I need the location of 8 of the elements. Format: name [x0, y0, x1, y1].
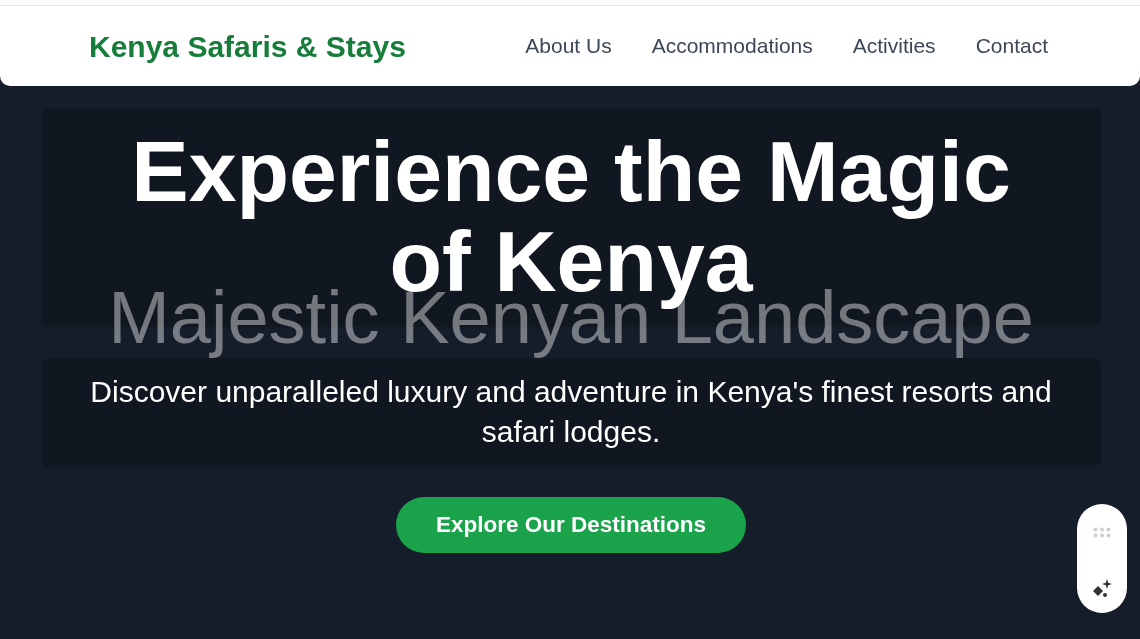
- nav-link[interactable]: Accommodations: [651, 30, 813, 62]
- sparkle-icon[interactable]: [1092, 579, 1112, 599]
- drag-handle-icon[interactable]: [1093, 527, 1111, 538]
- nav-link[interactable]: Contact: [975, 30, 1048, 62]
- brand-link[interactable]: Kenya Safaris & Stays: [89, 23, 406, 69]
- nav-link[interactable]: Activities: [852, 30, 936, 62]
- nav-link[interactable]: About Us: [525, 30, 612, 62]
- hero-subtitle: Discover unparalleled luxury and adventure in Kenya's finest resorts and safari lodges.: [89, 374, 1053, 450]
